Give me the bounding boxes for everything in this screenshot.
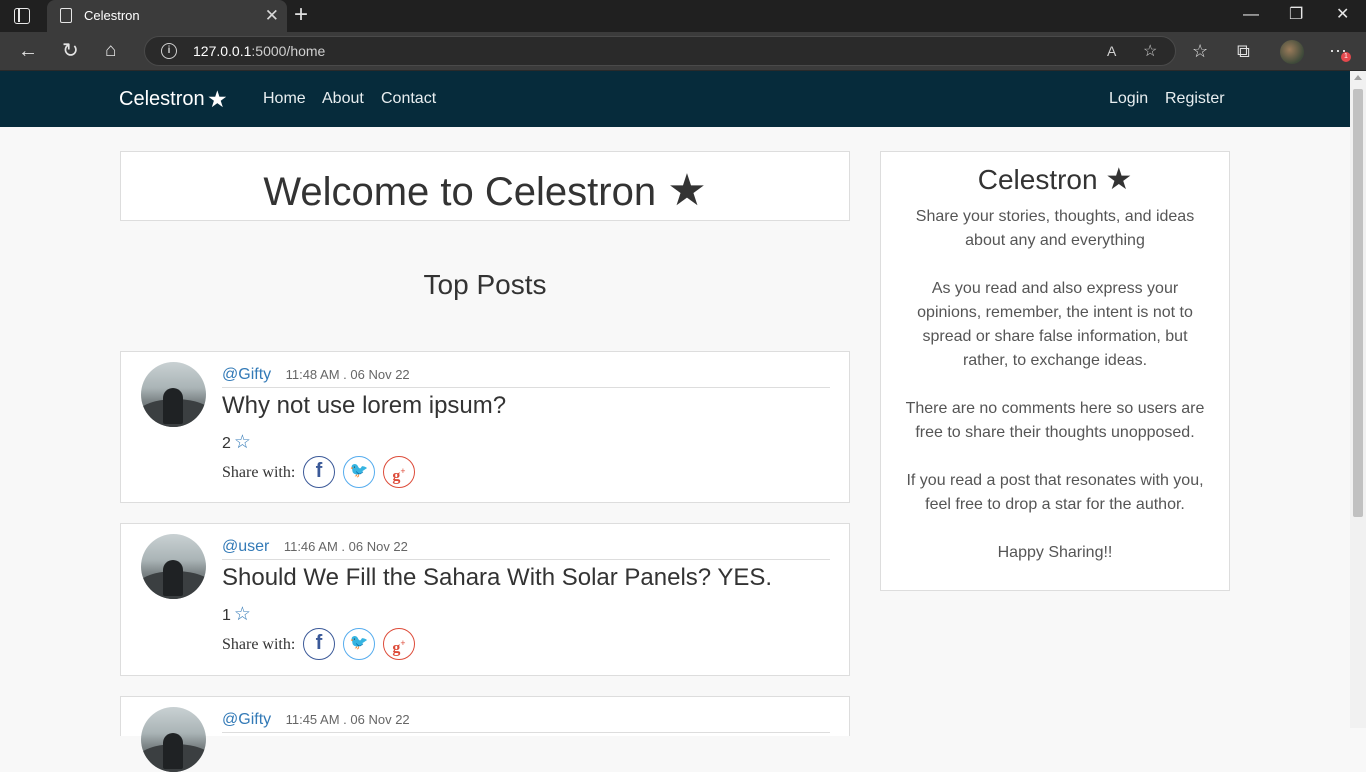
add-favorite-icon[interactable]: ☆ bbox=[1143, 41, 1157, 61]
post-author-link[interactable]: @Gifty bbox=[222, 711, 271, 728]
tab-close-button[interactable]: ✕ bbox=[265, 6, 279, 26]
nav-login[interactable]: Login bbox=[1109, 90, 1148, 108]
avatar bbox=[141, 534, 206, 599]
twitter-icon[interactable]: 🐦 bbox=[343, 456, 375, 488]
post-star-count: 1 ☆ bbox=[222, 603, 251, 626]
tab-title: Celestron bbox=[84, 8, 140, 23]
sidebar-title: Celestron ★ bbox=[881, 162, 1229, 197]
page-scrollbar[interactable] bbox=[1350, 71, 1366, 728]
google-plus-icon[interactable]: g+ bbox=[383, 628, 415, 660]
sidebar-paragraph: There are no comments here so users are … bbox=[905, 400, 1205, 441]
site-navbar: Celestron ★ Home About Contact Login Reg… bbox=[0, 71, 1350, 127]
post-card: @user 11:46 AM . 06 Nov 22 Should We Fil… bbox=[120, 523, 850, 676]
post-card: @Gifty 11:45 AM . 06 Nov 22 bbox=[120, 696, 850, 772]
star-icon[interactable]: ☆ bbox=[234, 432, 251, 453]
tab-actions-icon[interactable] bbox=[14, 8, 30, 24]
post-timestamp: 11:45 AM . 06 Nov 22 bbox=[285, 712, 410, 727]
star-icon: ★ bbox=[207, 86, 228, 112]
sidebar-paragraph: Share your stories, thoughts, and ideas … bbox=[915, 208, 1195, 249]
facebook-icon[interactable]: f bbox=[303, 628, 335, 660]
minimize-button[interactable]: — bbox=[1243, 4, 1259, 26]
nav-about[interactable]: About bbox=[322, 90, 364, 108]
post-title[interactable]: Should We Fill the Sahara With Solar Pan… bbox=[222, 564, 772, 592]
sidebar-paragraph: If you read a post that resonates with y… bbox=[906, 472, 1204, 513]
welcome-banner: Welcome to Celestron ★ bbox=[120, 151, 850, 221]
refresh-icon[interactable]: ↻ bbox=[62, 39, 79, 63]
star-icon[interactable]: ☆ bbox=[234, 604, 251, 625]
post-card: @Gifty 11:48 AM . 06 Nov 22 Why not use … bbox=[120, 351, 850, 503]
star-count: 2 bbox=[222, 435, 231, 452]
post-author-link[interactable]: @Gifty bbox=[222, 366, 271, 383]
sidebar-paragraph: Happy Sharing!! bbox=[997, 544, 1113, 561]
share-label: Share with: bbox=[222, 636, 296, 653]
twitter-icon[interactable]: 🐦 bbox=[343, 628, 375, 660]
maximize-button[interactable]: ❐ bbox=[1289, 4, 1303, 26]
post-author-link[interactable]: @user bbox=[222, 538, 269, 555]
browser-tab-bar: Celestron ✕ + — ❐ ✕ bbox=[0, 0, 1366, 32]
info-icon[interactable]: i bbox=[161, 43, 177, 59]
close-window-button[interactable]: ✕ bbox=[1336, 4, 1349, 26]
read-aloud-icon[interactable]: A bbox=[1107, 43, 1116, 59]
back-icon[interactable]: ← bbox=[18, 39, 38, 63]
url-text[interactable]: 127.0.0.1:5000/home bbox=[193, 43, 325, 59]
avatar bbox=[141, 362, 206, 427]
favorites-icon[interactable]: ☆ bbox=[1192, 40, 1208, 62]
star-icon: ★ bbox=[1105, 163, 1133, 196]
google-plus-icon[interactable]: g+ bbox=[383, 456, 415, 488]
about-sidebar: Celestron ★ Share your stories, thoughts… bbox=[880, 151, 1230, 591]
star-count: 1 bbox=[222, 607, 231, 624]
browser-toolbar: ← ↻ ⌂ i 127.0.0.1:5000/home A ☆ ☆ ⧉ ⋯ bbox=[0, 32, 1366, 71]
post-title[interactable]: Why not use lorem ipsum? bbox=[222, 392, 506, 420]
top-posts-heading: Top Posts bbox=[423, 269, 547, 300]
post-timestamp: 11:48 AM . 06 Nov 22 bbox=[285, 367, 410, 382]
home-icon[interactable]: ⌂ bbox=[105, 39, 116, 63]
url-path: :5000/home bbox=[251, 43, 326, 59]
facebook-icon[interactable]: f bbox=[303, 456, 335, 488]
brand-logo[interactable]: Celestron bbox=[119, 88, 205, 111]
sidebar-paragraph: As you read and also express your opinio… bbox=[917, 280, 1193, 369]
profile-icon[interactable] bbox=[1280, 40, 1304, 64]
post-meta: @user 11:46 AM . 06 Nov 22 bbox=[222, 538, 830, 560]
scroll-up-arrow[interactable] bbox=[1354, 75, 1362, 80]
share-label: Share with: bbox=[222, 464, 296, 481]
post-star-count: 2 ☆ bbox=[222, 431, 251, 454]
post-meta: @Gifty 11:45 AM . 06 Nov 22 bbox=[222, 711, 830, 733]
nav-home[interactable]: Home bbox=[263, 90, 306, 108]
post-timestamp: 11:46 AM . 06 Nov 22 bbox=[283, 539, 408, 554]
sidebar-title-text: Celestron bbox=[977, 164, 1098, 195]
notification-badge: 1 bbox=[1341, 52, 1351, 62]
welcome-heading: Welcome to Celestron ★ bbox=[121, 165, 849, 216]
nav-contact[interactable]: Contact bbox=[381, 90, 436, 108]
nav-register[interactable]: Register bbox=[1165, 90, 1225, 108]
address-bar[interactable]: i 127.0.0.1:5000/home A ☆ bbox=[144, 36, 1176, 66]
avatar bbox=[141, 707, 206, 772]
scroll-thumb[interactable] bbox=[1353, 89, 1363, 517]
collections-icon[interactable]: ⧉ bbox=[1237, 40, 1250, 62]
browser-tab[interactable]: Celestron ✕ bbox=[47, 0, 287, 32]
welcome-text: Welcome to Celestron bbox=[263, 170, 657, 214]
post-meta: @Gifty 11:48 AM . 06 Nov 22 bbox=[222, 366, 830, 388]
url-host: 127.0.0.1 bbox=[193, 43, 252, 59]
new-tab-button[interactable]: + bbox=[294, 3, 308, 27]
page-icon bbox=[60, 8, 72, 23]
star-icon: ★ bbox=[667, 166, 707, 215]
